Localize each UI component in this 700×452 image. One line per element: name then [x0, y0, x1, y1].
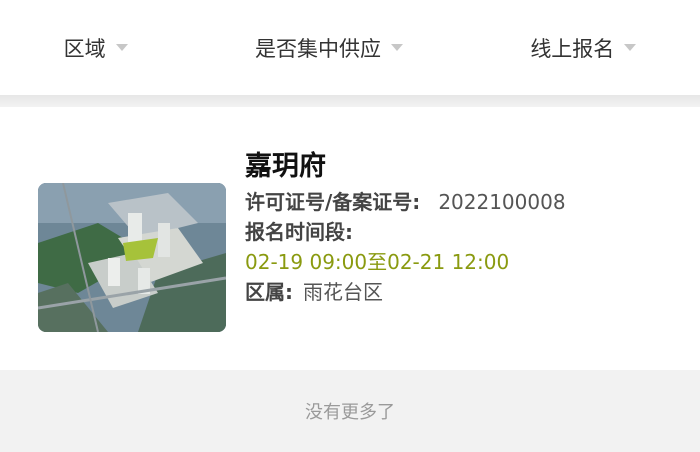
filter-bar-shadow [0, 95, 700, 107]
filter-online-registration[interactable]: 线上报名 [530, 33, 637, 63]
filter-centralized-supply-label: 是否集中供应 [254, 36, 381, 61]
aerial-rendering-image [38, 183, 226, 332]
period-value: 02-19 09:00至02-21 12:00 [245, 250, 510, 274]
list-end-notice: 没有更多了 [305, 402, 395, 423]
period-label: 报名时间段: [245, 220, 353, 244]
period-row: 报名时间段: [245, 217, 685, 247]
permit-value: 2022100008 [438, 190, 566, 214]
permit-row: 许可证号/备案证号: 2022100008 [245, 187, 685, 217]
chevron-down-icon [390, 44, 403, 51]
project-thumbnail[interactable] [38, 183, 226, 332]
district-label: 区属: [245, 280, 293, 304]
permit-label: 许可证号/备案证号: [245, 190, 421, 214]
filter-centralized-supply[interactable]: 是否集中供应 [255, 33, 403, 63]
filter-district-label: 区域 [63, 36, 106, 61]
filter-online-registration-label: 线上报名 [530, 36, 615, 61]
district-value: 雨花台区 [303, 280, 383, 304]
filter-bar: 区域 是否集中供应 线上报名 [0, 0, 700, 95]
project-name[interactable]: 嘉玥府 [245, 147, 685, 187]
chevron-down-icon [624, 44, 637, 51]
listing-card[interactable]: 嘉玥府 许可证号/备案证号: 2022100008 报名时间段: 02-19 09… [0, 107, 700, 370]
district-row: 区属: 雨花台区 [245, 277, 685, 307]
chevron-down-icon [115, 44, 128, 51]
listing-info: 嘉玥府 许可证号/备案证号: 2022100008 报名时间段: 02-19 09… [245, 147, 685, 307]
filter-district[interactable]: 区域 [64, 33, 128, 63]
